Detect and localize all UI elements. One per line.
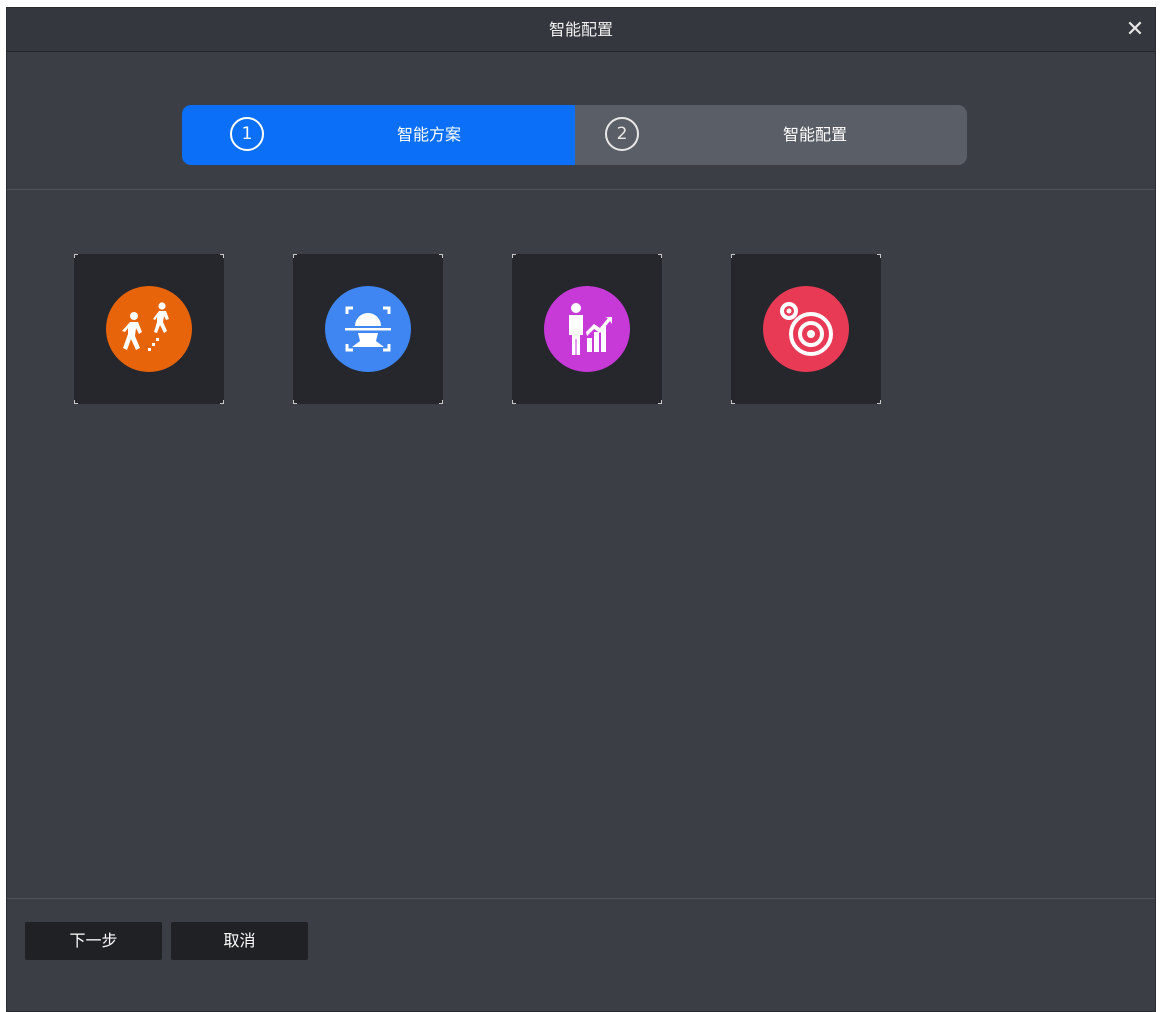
- step-label-1: 智能方案: [397, 125, 462, 144]
- scenario-target-detection[interactable]: [731, 254, 881, 404]
- target-detection-icon: [763, 286, 849, 372]
- scenario-people-counting[interactable]: [74, 254, 224, 404]
- step-indicator: 1 智能方案 2 智能配置: [182, 105, 967, 165]
- title-bar: 智能配置 ✕: [7, 8, 1155, 52]
- step-label-2: 智能配置: [783, 125, 848, 144]
- cancel-button[interactable]: 取消: [171, 922, 308, 960]
- scenario-people-analytics[interactable]: [512, 254, 662, 404]
- close-icon[interactable]: ✕: [1121, 16, 1149, 44]
- divider: [7, 189, 1155, 190]
- people-analytics-icon: [544, 286, 630, 372]
- face-detection-icon: [325, 286, 411, 372]
- step-smart-scheme[interactable]: 1 智能方案: [182, 105, 575, 165]
- dialog-title: 智能配置: [548, 20, 613, 39]
- step-smart-config[interactable]: 2 智能配置: [575, 105, 967, 165]
- next-step-button[interactable]: 下一步: [25, 922, 162, 960]
- step-number-2: 2: [605, 117, 639, 151]
- scenario-face-detection[interactable]: [293, 254, 443, 404]
- step-number-1: 1: [230, 117, 264, 151]
- people-counting-icon: [106, 286, 192, 372]
- smart-config-dialog: 智能配置 ✕ 1 智能方案 2 智能配置 下一步 取消: [6, 7, 1156, 1012]
- divider: [7, 898, 1155, 899]
